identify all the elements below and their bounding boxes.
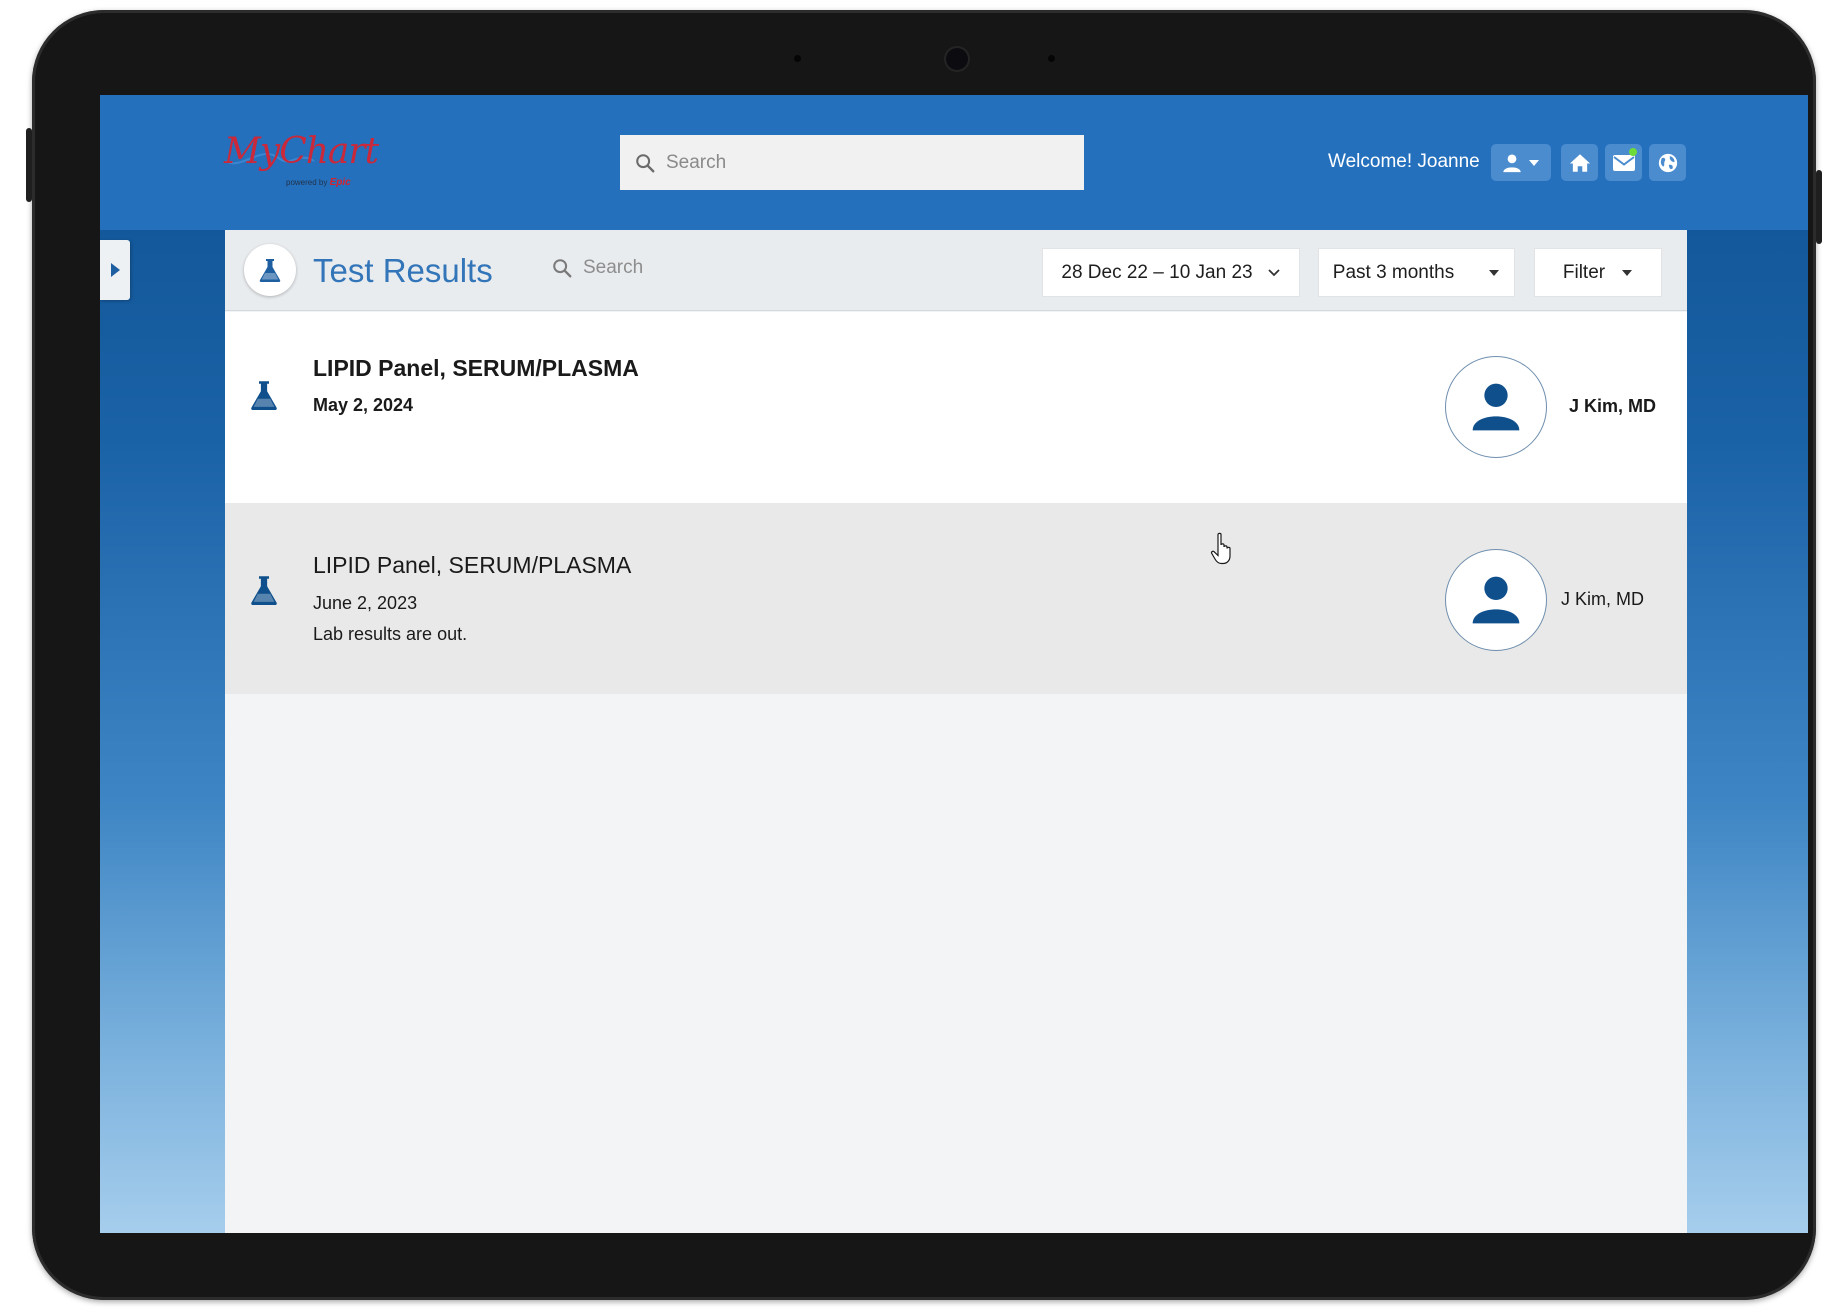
- sensor-dot: [1048, 55, 1055, 62]
- sidebar-toggle-button[interactable]: [100, 240, 130, 300]
- logo-powered-by: powered by: [286, 178, 328, 187]
- top-bar: MyChart powered by Epic Search Welcome! …: [100, 95, 1808, 230]
- results-search-placeholder: Search: [583, 257, 644, 278]
- sensor-dot: [794, 55, 801, 62]
- period-value: Past 3 months: [1332, 261, 1455, 283]
- user-icon: [1503, 153, 1521, 172]
- result-row[interactable]: LIPID Panel, SERUM/PLASMA June 2, 2023 L…: [225, 503, 1687, 694]
- page-title: Test Results: [313, 252, 493, 289]
- filter-dropdown[interactable]: Filter: [1534, 248, 1662, 297]
- result-note: Lab results are out.: [313, 624, 468, 644]
- result-title: LIPID Panel, SERUM/PLASMA: [313, 552, 632, 578]
- result-row[interactable]: LIPID Panel, SERUM/PLASMA May 2, 2024 J …: [225, 312, 1687, 503]
- logo-brand: Epic: [329, 177, 351, 188]
- global-search-placeholder: Search: [666, 151, 727, 173]
- flask-icon: [251, 381, 277, 410]
- provider-name: J Kim, MD: [1561, 589, 1644, 609]
- panel-header: Test Results Search 28 Dec 22 – 10 Jan 2…: [225, 230, 1687, 311]
- caret-down-icon: [1529, 159, 1539, 166]
- flask-icon: [259, 259, 281, 282]
- home-icon: [1569, 153, 1590, 172]
- results-search-input[interactable]: Search: [551, 257, 643, 279]
- search-icon: [636, 153, 655, 172]
- result-date: June 2, 2023: [313, 593, 418, 613]
- screen: MyChart powered by Epic Search Welcome! …: [100, 95, 1808, 1233]
- result-title: LIPID Panel, SERUM/PLASMA: [313, 355, 639, 381]
- welcome-text: Welcome! Joanne: [1328, 151, 1480, 172]
- test-results-badge: [244, 244, 296, 296]
- mychart-logo[interactable]: MyChart powered by Epic: [224, 131, 379, 193]
- flask-icon: [251, 576, 277, 605]
- logo-text: MyChart: [224, 131, 379, 172]
- test-results-panel: Test Results Search 28 Dec 22 – 10 Jan 2…: [225, 230, 1687, 1233]
- chevron-down-icon: [1267, 268, 1280, 276]
- logo-tagline: powered by Epic: [286, 177, 351, 188]
- date-range-value: 28 Dec 22 – 10 Jan 23: [1061, 261, 1253, 283]
- front-camera: [946, 48, 968, 70]
- tablet-side-button: [1816, 170, 1822, 244]
- chevron-right-icon: [111, 263, 120, 277]
- caret-down-icon: [1489, 269, 1500, 276]
- caret-down-icon: [1622, 269, 1633, 276]
- messages-button[interactable]: [1605, 144, 1642, 181]
- period-dropdown[interactable]: Past 3 months: [1318, 248, 1515, 297]
- person-icon: [1472, 383, 1520, 431]
- provider-avatar: [1445, 549, 1547, 651]
- hand-cursor-icon: [1210, 532, 1231, 565]
- person-icon: [1472, 576, 1520, 624]
- filter-label: Filter: [1562, 261, 1606, 283]
- language-button[interactable]: [1649, 144, 1686, 181]
- globe-icon: [1658, 153, 1677, 172]
- date-range-dropdown[interactable]: 28 Dec 22 – 10 Jan 23: [1042, 248, 1300, 297]
- mail-notification-dot: [1629, 148, 1637, 156]
- tablet-side-button: [26, 128, 32, 202]
- provider-avatar: [1445, 356, 1547, 458]
- provider-name: J Kim, MD: [1569, 396, 1657, 416]
- home-button[interactable]: [1561, 144, 1598, 181]
- search-icon: [553, 259, 572, 278]
- global-search-input[interactable]: Search: [620, 135, 1084, 190]
- account-menu-button[interactable]: [1491, 144, 1551, 181]
- result-date: May 2, 2024: [313, 395, 414, 415]
- tablet-device: MyChart powered by Epic Search Welcome! …: [26, 10, 1822, 1300]
